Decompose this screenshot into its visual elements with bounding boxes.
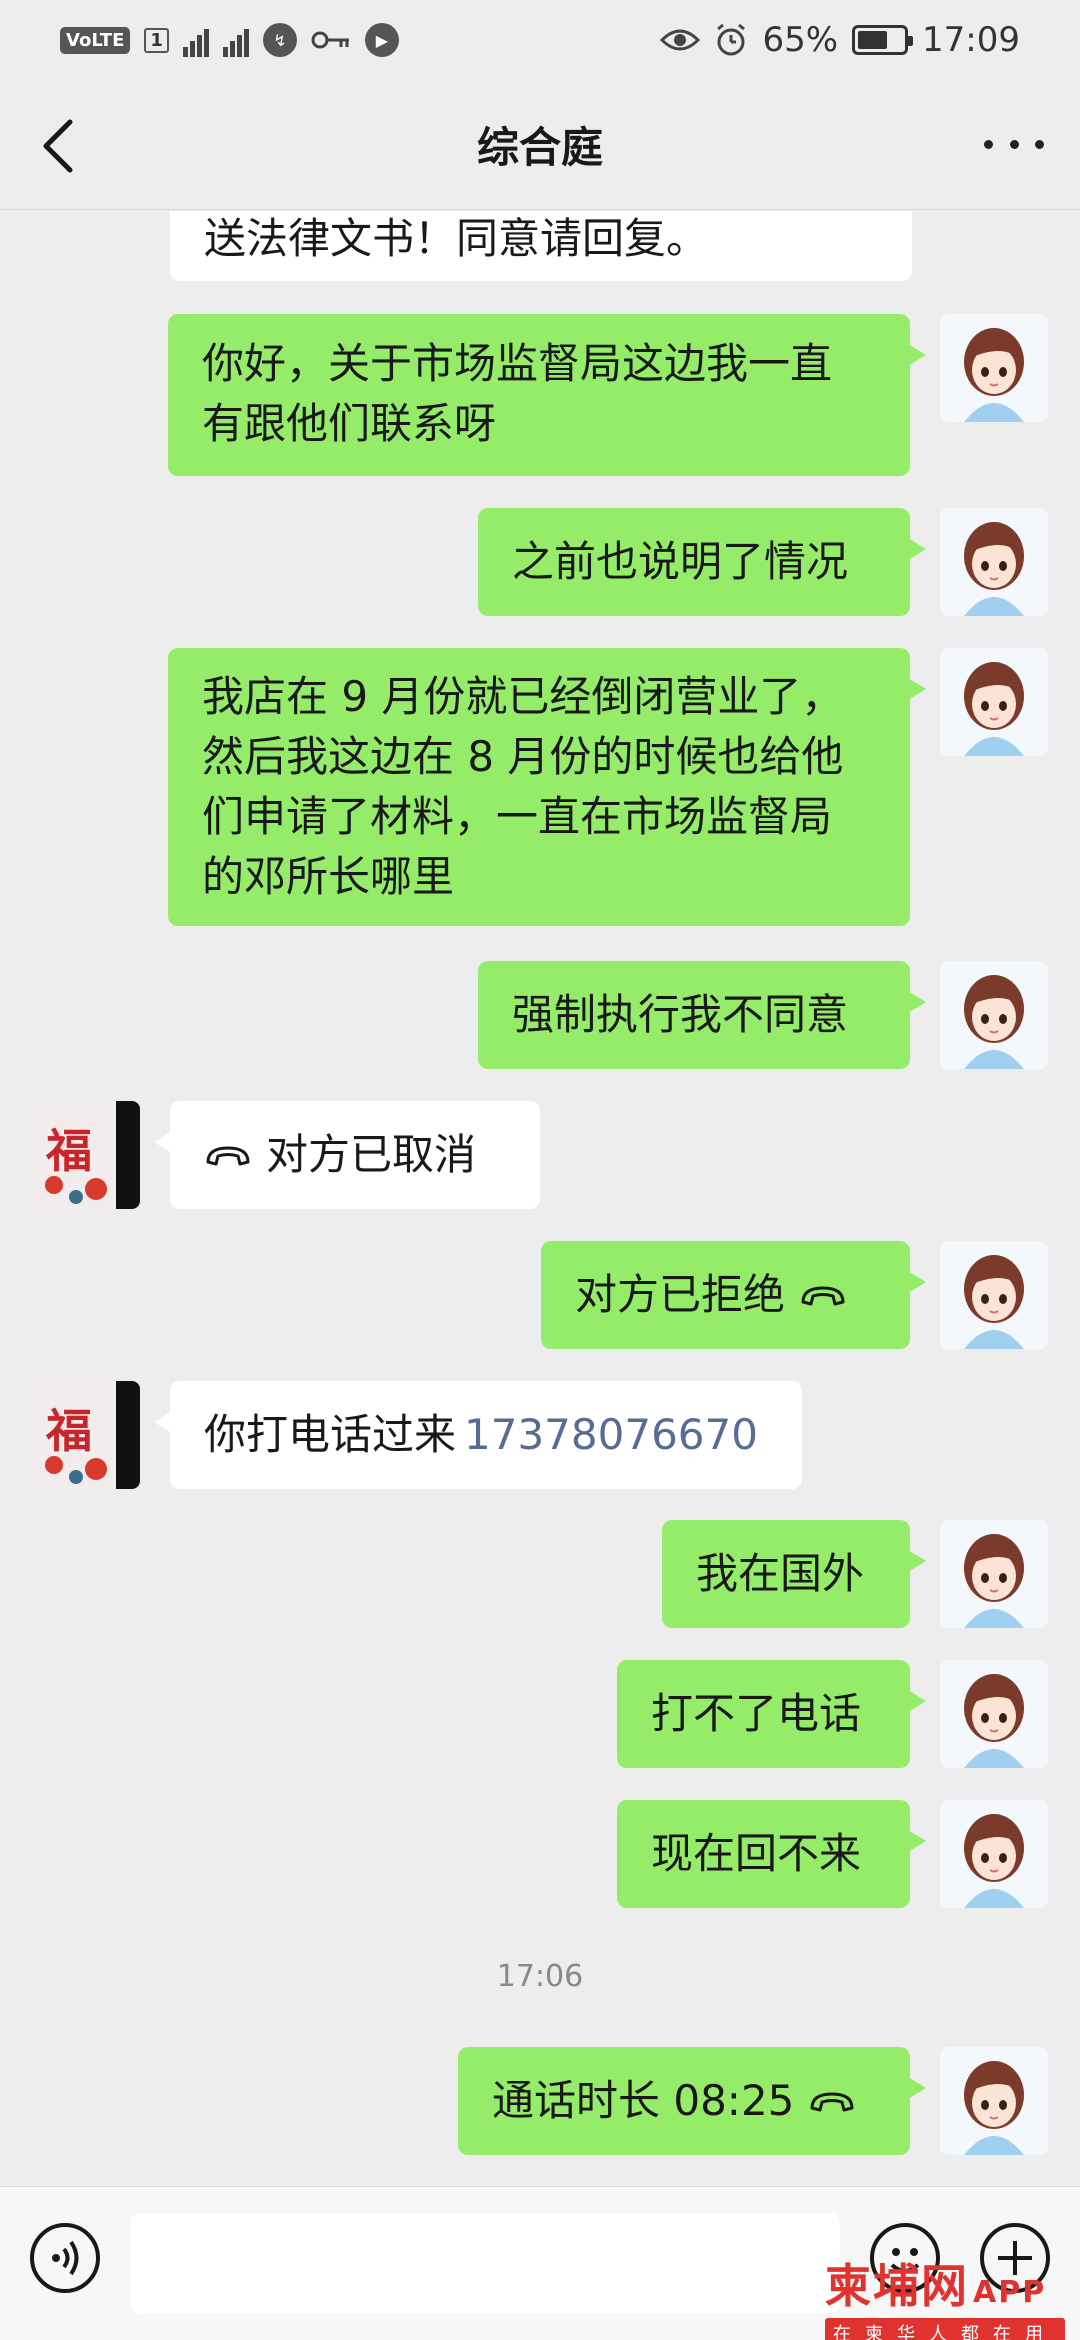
message-text-line: 的邓所长哪里 <box>202 852 455 901</box>
more-options-icon[interactable] <box>984 124 1044 164</box>
my-avatar[interactable] <box>940 1660 1048 1768</box>
status-right: 65% 17:09 <box>660 20 1020 60</box>
message-text: 你打电话过来 <box>204 1410 457 1459</box>
status-bar: VoLTE 1 ↯ ▶ 65% 17:09 <box>0 0 1080 80</box>
watermark-slogan: 在柬华人都在用 <box>825 2318 1065 2340</box>
phone-hangup-icon <box>206 1146 250 1166</box>
message-bubble-received[interactable]: 送法律文书！同意请回复。 <box>170 211 912 281</box>
my-avatar[interactable] <box>940 1800 1048 1908</box>
signal-strength-icon <box>182 23 209 57</box>
eye-comfort-icon <box>660 29 701 51</box>
app-notification-icon: ▶ <box>364 23 399 57</box>
message-text: 打不了电话 <box>651 1689 862 1738</box>
voice-input-button[interactable] <box>30 2223 100 2293</box>
message-bubble-sent[interactable]: 现在回不来 <box>617 1800 926 1908</box>
chat-title: 综合庭 <box>476 123 603 172</box>
message-bubble-sent[interactable]: 强制执行我不同意 <box>478 961 926 1069</box>
message-text: 对方已拒绝 <box>575 1270 786 1319</box>
call-record-bubble[interactable]: 对方已拒绝 <box>541 1241 926 1349</box>
chat-header: 综合庭 <box>0 80 1080 210</box>
volte-icon: VoLTE <box>60 26 131 54</box>
call-record-bubble[interactable]: 对方已取消 <box>154 1101 540 1209</box>
message-text: 现在回不来 <box>651 1829 862 1878</box>
message-bubble-sent[interactable]: 打不了电话 <box>617 1660 926 1768</box>
battery-percent: 65% <box>762 20 839 60</box>
message-bubble-sent[interactable]: 我在国外 <box>662 1520 926 1628</box>
message-text: 之前也说明了情况 <box>512 537 849 586</box>
phone-number-link[interactable]: 17378076670 <box>464 1405 758 1465</box>
contact-avatar[interactable]: 福 <box>32 1381 140 1489</box>
my-avatar[interactable] <box>940 2047 1048 2155</box>
key-icon <box>311 31 349 49</box>
my-avatar[interactable] <box>940 648 1048 756</box>
call-record-bubble[interactable]: 通话时长 08:25 <box>458 2047 926 2155</box>
my-avatar[interactable] <box>940 1241 1048 1349</box>
my-avatar[interactable] <box>940 1520 1048 1628</box>
message-bubble-sent[interactable]: 我店在 9 月份就已经倒闭营业了， 然后我这边在 8 月份的时候也给他 们申请了… <box>168 648 926 926</box>
message-text-line: 有跟他们联系呀 <box>202 399 497 448</box>
message-text-line: 你好，关于市场监督局这边我一直 <box>202 339 833 388</box>
message-text: 强制执行我不同意 <box>512 990 849 1039</box>
my-avatar[interactable] <box>940 508 1048 616</box>
message-text-line: 然后我这边在 8 月份的时候也给他 <box>202 732 844 781</box>
clock: 17:09 <box>922 20 1020 60</box>
sim-slot-indicator: 1 <box>144 27 169 53</box>
voice-wave-icon <box>52 2240 79 2276</box>
phone-hangup-icon <box>801 1286 845 1306</box>
svg-text:福: 福 <box>45 1124 92 1178</box>
my-avatar[interactable] <box>940 314 1048 422</box>
watermark-name: 柬埔网 <box>825 2259 969 2313</box>
message-text: 送法律文书！同意请回复。 <box>204 214 709 263</box>
message-text-line: 们申请了材料，一直在市场监督局 <box>202 792 833 841</box>
message-bubble-received[interactable]: 你打电话过来 17378076670 <box>154 1381 802 1489</box>
message-text: 对方已取消 <box>266 1130 477 1179</box>
message-input[interactable] <box>130 2213 840 2313</box>
my-avatar[interactable] <box>940 961 1048 1069</box>
message-bubble-sent[interactable]: 你好，关于市场监督局这边我一直 有跟他们联系呀 <box>168 314 926 476</box>
contact-avatar[interactable]: 福 <box>32 1101 140 1209</box>
alarm-icon <box>717 23 746 56</box>
watermark-logo: 柬埔网 APP 在柬华人都在用 <box>825 2250 1075 2340</box>
watermark-app: APP <box>973 2275 1047 2310</box>
message-text: 通话时长 08:25 <box>492 2076 795 2125</box>
message-text: 我在国外 <box>696 1549 865 1598</box>
data-saver-icon: ↯ <box>262 23 297 57</box>
battery-icon <box>852 25 914 55</box>
svg-text:福: 福 <box>45 1404 92 1458</box>
message-list[interactable]: 送法律文书！同意请回复。 你好，关于市场监督局这边我一直 有跟他们联系呀 之前也… <box>0 211 1080 2186</box>
back-arrow-icon[interactable] <box>34 116 84 176</box>
message-text-line: 我店在 9 月份就已经倒闭营业了， <box>202 672 844 721</box>
message-timestamp: 17:06 <box>496 1959 584 1994</box>
signal-strength-icon-2 <box>222 23 249 57</box>
status-left: VoLTE 1 ↯ ▶ <box>60 23 399 57</box>
message-bubble-sent[interactable]: 之前也说明了情况 <box>478 508 926 616</box>
phone-hangup-icon <box>810 2092 854 2112</box>
